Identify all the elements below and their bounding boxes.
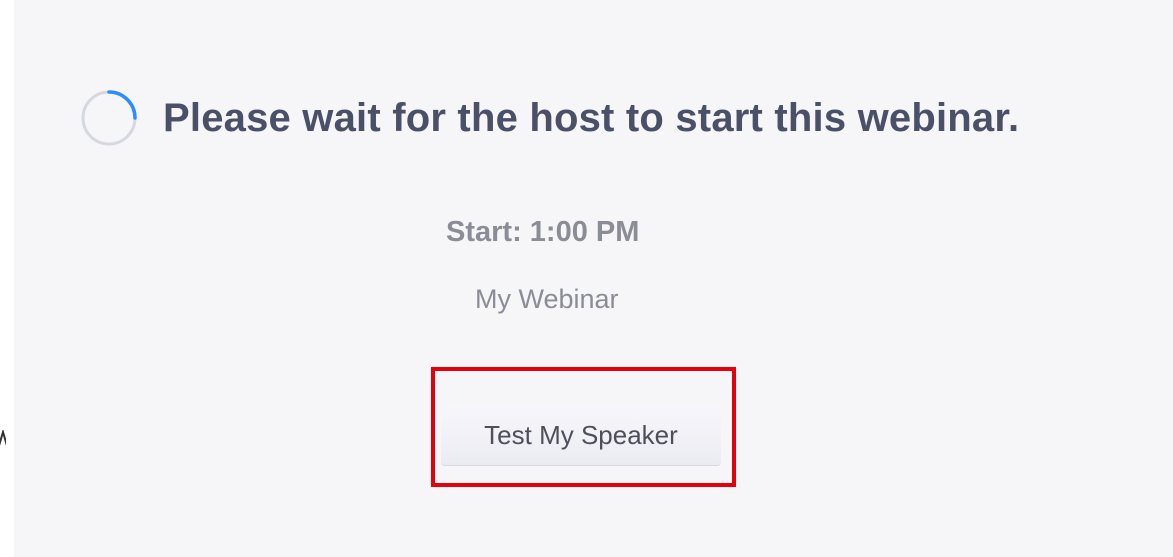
- waiting-title: Please wait for the host to start this w…: [163, 95, 1020, 140]
- test-my-speaker-button[interactable]: Test My Speaker: [441, 405, 721, 465]
- webinar-name-label: My Webinar: [475, 284, 619, 314]
- loading-spinner-icon: [81, 90, 137, 146]
- start-time-label: Start: 1:00 PM: [446, 216, 640, 248]
- left-edge-partial-glyph: [0, 430, 6, 458]
- webinar-waiting-room: Please wait for the host to start this w…: [14, 0, 1173, 557]
- waiting-header: Please wait for the host to start this w…: [80, 88, 1019, 148]
